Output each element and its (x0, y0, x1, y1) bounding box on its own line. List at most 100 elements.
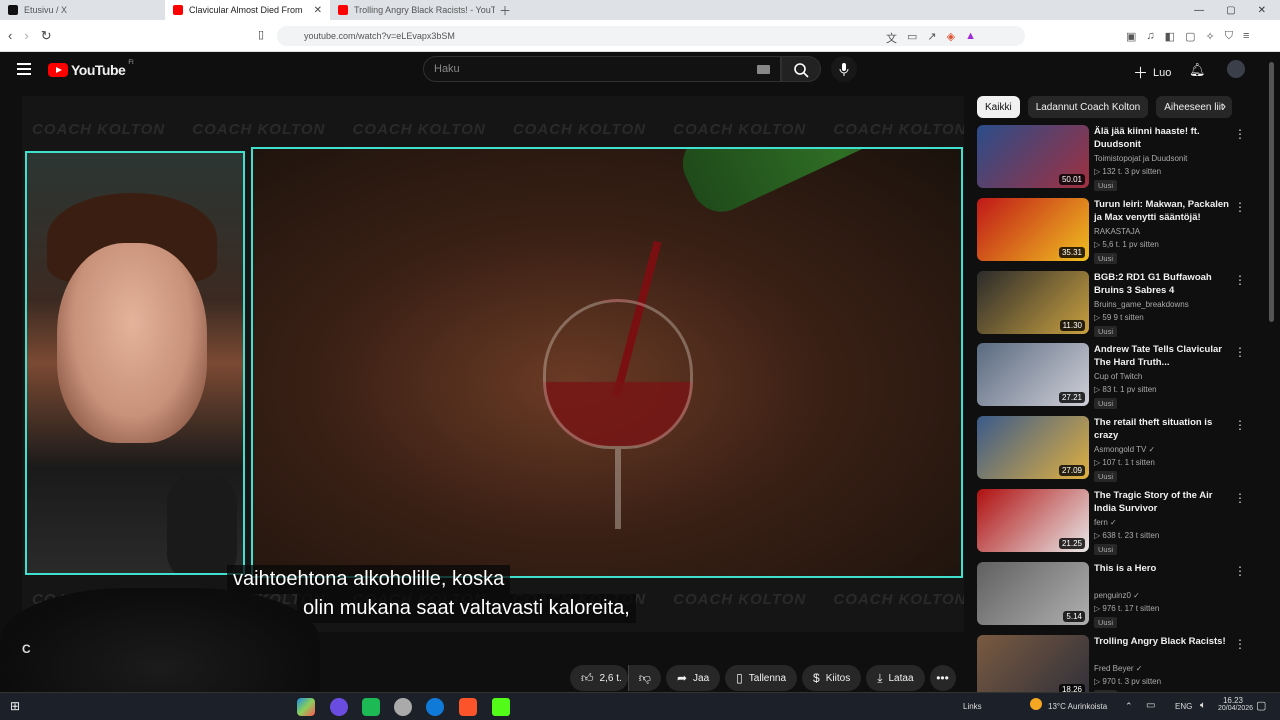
translate-icon[interactable]: 文 (886, 30, 897, 46)
dislike-button[interactable]: 👎︎ (627, 665, 661, 691)
media-icon[interactable]: ♫ (1146, 30, 1154, 43)
hamburger-menu-icon[interactable] (17, 63, 31, 75)
recommended-video[interactable]: 21.25 The Tragic Story of the Air India S… (977, 489, 1262, 555)
browser-tab-active[interactable]: Clavicular Almost Died From ✕ (165, 0, 330, 20)
close-window-icon[interactable]: ✕ (1258, 5, 1266, 16)
more-vertical-icon[interactable]: ⋮ (1234, 418, 1246, 432)
recommended-video[interactable]: 11.30 BGB:2 RD1 G1 Buffawoah Bruins 3 Sab… (977, 270, 1262, 337)
video-title[interactable]: Trolling Angry Black Racists! (1094, 635, 1234, 648)
bookmark-icon[interactable]: ▯ (258, 28, 264, 41)
video-thumbnail[interactable]: 18.26 (977, 634, 1089, 698)
create-button[interactable]: ＋ Luo (1133, 62, 1171, 83)
cast-icon[interactable]: ▭ (907, 30, 917, 46)
download-button[interactable]: ⤓ Lataa (866, 665, 925, 691)
thanks-button[interactable]: $ Kiitos (802, 665, 862, 691)
channel-name[interactable]: Fred Beyer ✓ (1094, 664, 1143, 673)
brave-icon[interactable] (459, 698, 477, 716)
notifications-icon[interactable]: ▢ (1256, 699, 1266, 712)
network-icon[interactable]: ▭ (1146, 700, 1155, 711)
keyboard-icon[interactable] (757, 65, 770, 74)
weather-widget[interactable]: 13°C Aurinkoista (1048, 702, 1107, 711)
channel-name[interactable]: fern ✓ (1094, 518, 1117, 527)
share-button[interactable]: ➦ Jaa (665, 665, 721, 691)
language-indicator[interactable]: ENG (1175, 702, 1192, 711)
more-vertical-icon[interactable]: ⋮ (1234, 127, 1246, 141)
video-title[interactable]: This is a Hero (1094, 562, 1234, 575)
leo-icon[interactable]: ✧ (1205, 30, 1214, 43)
recommended-video[interactable]: 18.26 Trolling Angry Black Racists! Fred B… (977, 634, 1262, 701)
recommended-video[interactable]: 35.31 Turun leiri: Makwan, Packalen ja Ma… (977, 197, 1262, 264)
clock[interactable]: 16.23 20/04/2026 (1218, 696, 1253, 712)
channel-name[interactable]: RAKASTAJA (1094, 227, 1140, 236)
video-title[interactable]: Älä jää kiinni haaste! ft. Duudsonit (1094, 125, 1234, 151)
video-thumbnail[interactable]: 35.31 (977, 197, 1089, 261)
menu-icon[interactable]: ≡ (1243, 30, 1249, 43)
video-title[interactable]: Andrew Tate Tells Clavicular The Hard Tr… (1094, 343, 1234, 369)
minimize-icon[interactable]: — (1194, 5, 1204, 16)
chip-related[interactable]: Aiheeseen liit (1156, 96, 1232, 118)
save-button[interactable]: ▯ Tallenna (725, 665, 798, 691)
chrome-icon[interactable] (330, 698, 348, 716)
video-thumbnail[interactable]: 11.30 (977, 270, 1089, 334)
share-icon[interactable]: ↗ (927, 30, 936, 46)
browser-tab[interactable]: Trolling Angry Black Racists! - YouTu✕ (330, 0, 495, 20)
video-thumbnail[interactable]: 50.01 (977, 125, 1089, 188)
forward-icon[interactable]: › (24, 28, 28, 44)
more-vertical-icon[interactable]: ⋮ (1234, 200, 1246, 214)
settings-icon[interactable] (394, 698, 412, 716)
brave-shield-icon[interactable]: ◈ (947, 30, 955, 46)
sidebar-icon[interactable]: ◧ (1165, 30, 1175, 43)
search-input[interactable]: Haku (423, 56, 781, 82)
copilot-icon[interactable] (297, 698, 315, 716)
channel-name[interactable]: Bruins_game_breakdowns (1094, 300, 1189, 309)
video-title[interactable]: The retail theft situation is crazy (1094, 416, 1234, 442)
chip-uploader[interactable]: Ladannut Coach Kolton (1027, 96, 1149, 118)
volume-icon[interactable]: 🔈︎ (1200, 700, 1206, 711)
video-thumbnail[interactable]: 27.09 (977, 416, 1089, 480)
back-icon[interactable]: ‹ (8, 28, 12, 44)
reload-icon[interactable]: ↻ (41, 28, 52, 44)
search-button[interactable] (781, 56, 821, 82)
video-thumbnail[interactable]: 5.14 (977, 561, 1089, 625)
video-title[interactable]: Turun leiri: Makwan, Packalen ja Max ven… (1094, 198, 1234, 224)
close-tab-icon[interactable]: ✕ (314, 5, 322, 16)
vpn-icon[interactable]: ⛉ (1225, 30, 1233, 43)
kick-icon[interactable] (492, 698, 510, 716)
more-actions-button[interactable]: ••• (929, 665, 956, 691)
more-vertical-icon[interactable]: ⋮ (1234, 491, 1246, 505)
video-player[interactable]: COACH KOLTON COACH KOLTON COACH KOLTON C… (22, 96, 964, 632)
video-title[interactable]: BGB:2 RD1 G1 Buffawoah Bruins 3 Sabres 4 (1094, 271, 1234, 297)
recommended-video[interactable]: 5.14 This is a Hero penguinz0 ✓ ▷ 976 t. 17… (977, 561, 1262, 628)
brave-rewards-icon[interactable]: ▲ (965, 30, 976, 46)
more-vertical-icon[interactable]: ⋮ (1234, 564, 1246, 578)
more-vertical-icon[interactable]: ⋮ (1234, 345, 1246, 359)
extension-icon[interactable]: ▣ (1126, 30, 1136, 43)
recommended-video[interactable]: 50.01 Älä jää kiinni haaste! ft. Duudsoni… (977, 125, 1262, 191)
avatar[interactable] (1227, 60, 1245, 78)
video-title[interactable]: The Tragic Story of the Air India Surviv… (1094, 489, 1234, 515)
voice-search-button[interactable] (831, 56, 857, 82)
maximize-icon[interactable]: ▢ (1226, 5, 1235, 16)
spotify-icon[interactable] (362, 698, 380, 716)
channel-name[interactable]: Asmongold TV ✓ (1094, 445, 1155, 454)
new-tab-icon[interactable]: ＋ (499, 2, 511, 19)
channel-name[interactable]: penguinz0 ✓ (1094, 591, 1140, 600)
more-vertical-icon[interactable]: ⋮ (1234, 637, 1246, 651)
chevron-right-icon[interactable]: › (1222, 99, 1226, 113)
browser-tab[interactable]: Etusivu / X (0, 0, 165, 20)
recommended-video[interactable]: 27.09 The retail theft situation is crazy… (977, 416, 1262, 483)
tray-chevron-icon[interactable]: ⌃ (1125, 701, 1133, 712)
page-scrollbar[interactable] (1269, 62, 1274, 322)
video-thumbnail[interactable]: 27.21 (977, 343, 1089, 407)
recommended-video[interactable]: 27.21 Andrew Tate Tells Clavicular The Ha… (977, 343, 1262, 410)
like-button[interactable]: 👍︎ 2,6 t. (570, 665, 628, 691)
links-toolbar[interactable]: Links (963, 702, 982, 711)
chip-all[interactable]: Kaikki (977, 96, 1020, 118)
channel-name[interactable]: Cup of Twitch (1094, 372, 1142, 381)
edge-icon[interactable] (426, 698, 444, 716)
youtube-logo[interactable]: YouTube FI (48, 60, 134, 78)
channel-name[interactable]: Toimistopojat ja Duudsonit (1094, 154, 1187, 163)
notifications-bell-icon[interactable]: 🔔︎ (1189, 62, 1206, 78)
more-vertical-icon[interactable]: ⋮ (1234, 273, 1246, 287)
wallet-icon[interactable]: ▢ (1185, 30, 1195, 43)
